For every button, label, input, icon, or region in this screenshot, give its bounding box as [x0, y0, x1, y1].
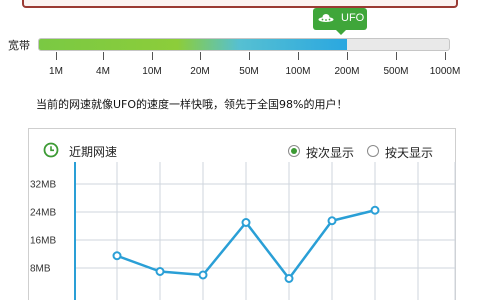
speed-data-point — [241, 218, 251, 227]
y-tick-label: 32MB — [30, 180, 56, 191]
speed-data-point — [284, 274, 294, 283]
y-tick-label: 8MB — [30, 264, 51, 275]
y-tick-label: 24MB — [30, 208, 56, 219]
speed-data-point — [198, 270, 208, 280]
speed-data-point — [327, 216, 337, 226]
speed-data-point — [155, 267, 165, 276]
speed-data-point — [112, 251, 122, 261]
speed-data-point — [370, 205, 380, 215]
speed-line-chart: 32MB 24MB 16MB 8MB — [30, 162, 456, 300]
y-tick-label: 16MB — [30, 236, 56, 247]
